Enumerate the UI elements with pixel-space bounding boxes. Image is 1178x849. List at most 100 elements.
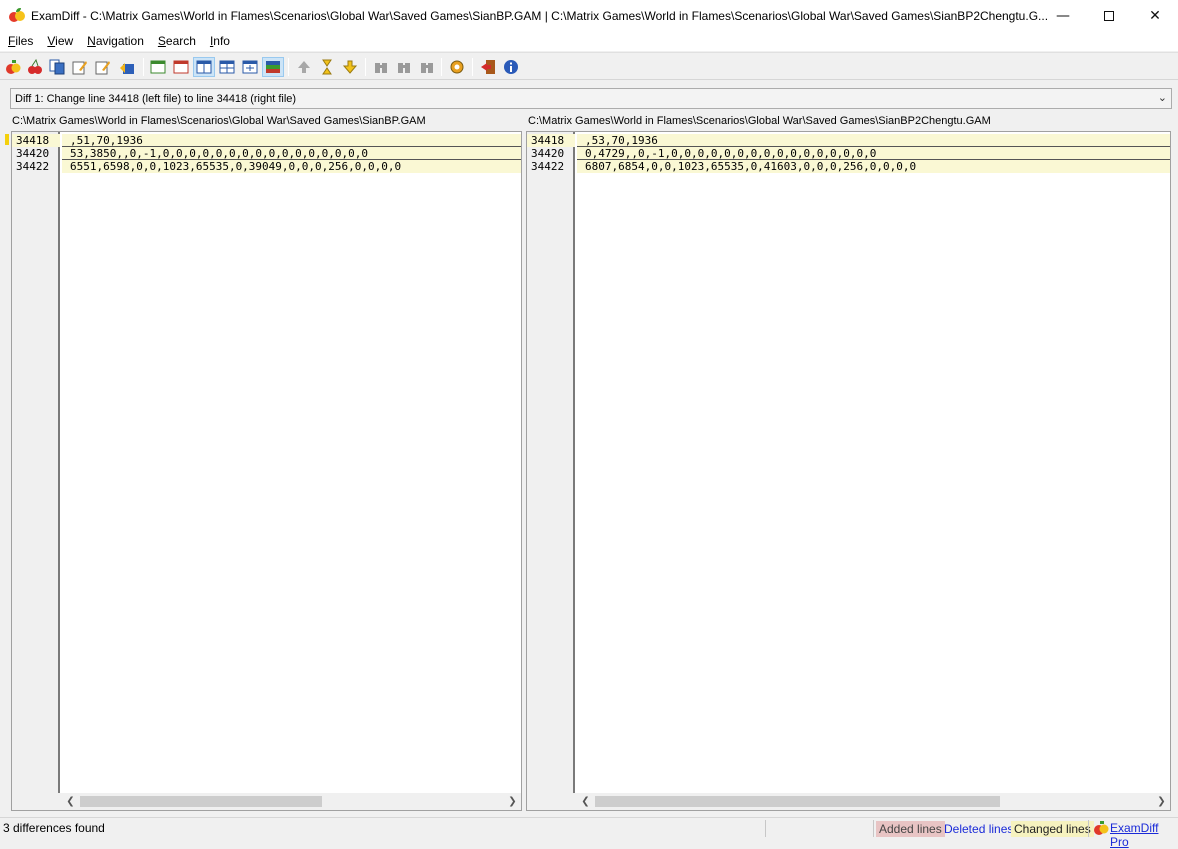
view-left-icon bbox=[150, 60, 166, 74]
menu-navigation[interactable]: Navigation bbox=[80, 31, 151, 51]
about-button[interactable] bbox=[500, 57, 522, 77]
scroll-thumb[interactable] bbox=[80, 796, 322, 807]
find-prev-icon bbox=[398, 63, 410, 73]
app-icon bbox=[9, 7, 25, 24]
right-horizontal-scrollbar[interactable]: ❮ ❯ bbox=[527, 793, 1170, 810]
right-code-area[interactable]: ,53,70,1936 0,4729,,0,-1,0,0,0,0,0,0,0,0… bbox=[577, 132, 1170, 794]
menu-view[interactable]: View bbox=[40, 31, 80, 51]
menu-files[interactable]: Files bbox=[0, 31, 40, 51]
maximize-icon bbox=[1104, 10, 1114, 21]
current-diff-icon bbox=[322, 59, 332, 75]
line-text: ,53,70,1936 bbox=[585, 134, 658, 147]
left-code-area[interactable]: ,51,70,1936 53,3850,,0,-1,0,0,0,0,0,0,0,… bbox=[62, 132, 521, 794]
status-divider bbox=[765, 820, 766, 837]
chevron-down-icon: ⌄ bbox=[1157, 92, 1167, 104]
diff-line: ,53,70,1936 bbox=[577, 134, 1170, 147]
scroll-right-icon[interactable]: ❯ bbox=[1153, 793, 1170, 810]
minimize-button[interactable]: — bbox=[1040, 0, 1086, 31]
line-text: ,51,70,1936 bbox=[70, 134, 143, 147]
scroll-left-icon[interactable]: ❮ bbox=[577, 793, 594, 810]
find-next-icon bbox=[421, 63, 433, 73]
close-icon: ✕ bbox=[1149, 7, 1161, 24]
split-vertical-icon bbox=[196, 60, 212, 74]
view-left-button[interactable] bbox=[147, 57, 169, 77]
view-right-icon bbox=[173, 60, 189, 74]
scroll-left-icon[interactable]: ❮ bbox=[62, 793, 79, 810]
options-button[interactable] bbox=[446, 57, 468, 77]
toolbar-separator bbox=[288, 58, 289, 76]
diff-selector[interactable]: Diff 1: Change line 34418 (left file) to… bbox=[10, 88, 1172, 109]
recompare-icon bbox=[28, 59, 42, 74]
line-number: 34420 bbox=[16, 147, 50, 160]
exit-icon bbox=[481, 60, 495, 74]
recompare-button[interactable] bbox=[24, 57, 46, 77]
current-diff-button[interactable] bbox=[316, 57, 338, 77]
edit-left-icon bbox=[72, 61, 87, 75]
diff-line: 53,3850,,0,-1,0,0,0,0,0,0,0,0,0,0,0,0,0,… bbox=[62, 147, 521, 160]
prev-diff-icon bbox=[298, 61, 310, 73]
left-pane[interactable]: 34418 34420 34422 ,51,70,1936 53,3850,,0… bbox=[11, 131, 522, 811]
prev-diff-button[interactable] bbox=[293, 57, 315, 77]
left-line-numbers: 34418 34420 34422 bbox=[12, 132, 60, 794]
line-number: 34418 bbox=[527, 134, 575, 147]
split-horizontal-button[interactable] bbox=[216, 57, 238, 77]
close-button[interactable]: ✕ bbox=[1132, 0, 1178, 31]
find-button[interactable] bbox=[370, 57, 392, 77]
color-bars-icon bbox=[266, 61, 280, 73]
split-horizontal-icon bbox=[219, 60, 235, 74]
current-diff-marker bbox=[5, 134, 9, 145]
right-file-path: C:\Matrix Games\World in Flames\Scenario… bbox=[528, 115, 991, 127]
line-number: 34420 bbox=[531, 147, 565, 160]
examdiff-pro-link[interactable]: ExamDiff Pro bbox=[1110, 821, 1178, 849]
line-text: 6807,6854,0,0,1023,65535,0,41603,0,0,0,2… bbox=[585, 160, 917, 173]
exit-button[interactable] bbox=[477, 57, 499, 77]
diff-line: ,51,70,1936 bbox=[62, 134, 521, 147]
scroll-thumb[interactable] bbox=[595, 796, 1000, 807]
status-bar: 3 differences found Added lines Deleted … bbox=[0, 817, 1178, 849]
find-next-button[interactable] bbox=[416, 57, 438, 77]
edit-right-icon bbox=[95, 61, 110, 75]
maximize-button[interactable] bbox=[1086, 0, 1132, 31]
scroll-right-icon[interactable]: ❯ bbox=[504, 793, 521, 810]
menu-search[interactable]: Search bbox=[151, 31, 203, 51]
toolbar-separator bbox=[441, 58, 442, 76]
toolbar bbox=[0, 52, 1178, 80]
line-text: 53,3850,,0,-1,0,0,0,0,0,0,0,0,0,0,0,0,0,… bbox=[70, 147, 369, 160]
split-vertical-button[interactable] bbox=[193, 57, 215, 77]
toolbar-separator bbox=[365, 58, 366, 76]
diff-line: 6551,6598,0,0,1023,65535,0,39049,0,0,0,2… bbox=[62, 160, 521, 173]
right-pane[interactable]: 34418 34420 34422 ,53,70,1936 0,4729,,0,… bbox=[526, 131, 1171, 811]
edit-right-button[interactable] bbox=[92, 57, 114, 77]
line-number: 34422 bbox=[16, 160, 50, 173]
legend-changed: Changed lines bbox=[1011, 821, 1094, 837]
find-prev-button[interactable] bbox=[393, 57, 415, 77]
compare-icon bbox=[6, 60, 21, 74]
find-icon bbox=[375, 63, 387, 73]
left-horizontal-scrollbar[interactable]: ❮ ❯ bbox=[12, 793, 521, 810]
diff-line: 6807,6854,0,0,1023,65535,0,41603,0,0,0,2… bbox=[577, 160, 1170, 173]
status-message: 3 differences found bbox=[3, 821, 105, 835]
legend-deleted: Deleted lines bbox=[944, 822, 1014, 836]
status-divider bbox=[873, 820, 874, 837]
diff-selector-value: Diff 1: Change line 34418 (left file) to… bbox=[15, 92, 297, 105]
next-diff-icon bbox=[342, 60, 358, 74]
compare-button[interactable] bbox=[2, 57, 24, 77]
swap-files-icon bbox=[49, 59, 65, 75]
color-bars-button[interactable] bbox=[262, 57, 284, 77]
save-button[interactable] bbox=[116, 57, 138, 77]
right-line-numbers: 34418 34420 34422 bbox=[527, 132, 575, 794]
next-diff-button[interactable] bbox=[339, 57, 361, 77]
minimize-icon: — bbox=[1056, 7, 1070, 24]
save-icon bbox=[120, 63, 134, 74]
about-icon bbox=[504, 60, 518, 74]
view-right-button[interactable] bbox=[170, 57, 192, 77]
split-cross-button[interactable] bbox=[239, 57, 261, 77]
swap-files-button[interactable] bbox=[46, 57, 68, 77]
split-cross-icon bbox=[242, 60, 258, 74]
menu-info[interactable]: Info bbox=[203, 31, 237, 51]
examdiff-pro-icon bbox=[1094, 821, 1109, 835]
status-divider bbox=[1088, 820, 1089, 837]
edit-left-button[interactable] bbox=[69, 57, 91, 77]
window-title: ExamDiff - C:\Matrix Games\World in Flam… bbox=[31, 8, 1049, 23]
menu-bar: Files View Navigation Search Info bbox=[0, 31, 1178, 51]
